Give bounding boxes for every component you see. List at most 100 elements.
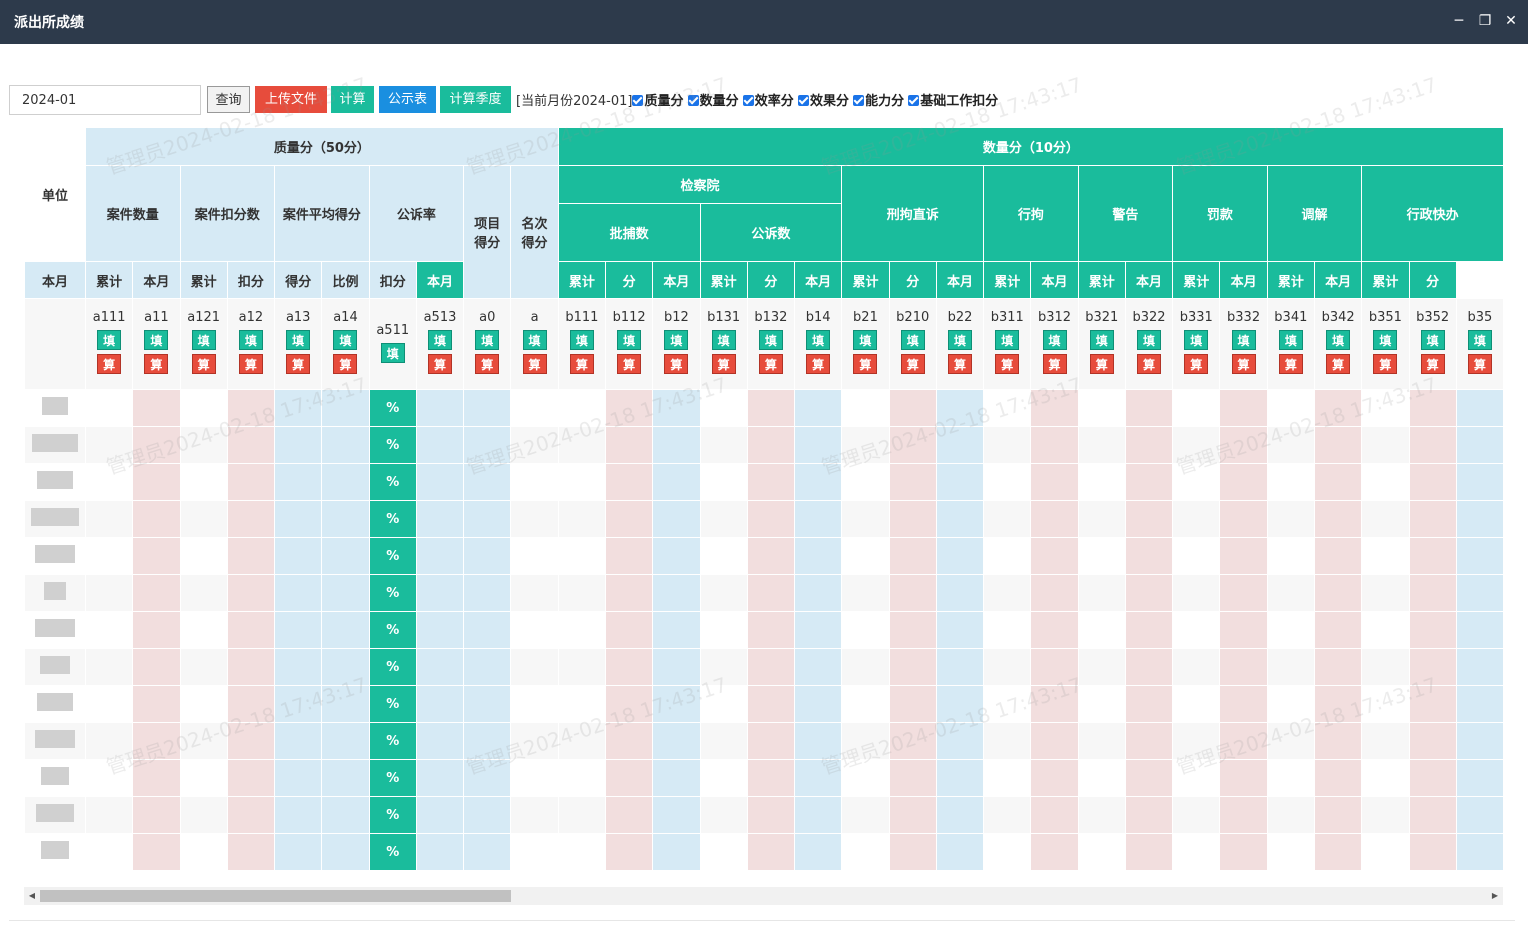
- data-cell[interactable]: [510, 463, 559, 501]
- data-cell[interactable]: [652, 759, 701, 797]
- data-cell[interactable]: [179, 685, 228, 723]
- data-cell[interactable]: [794, 796, 843, 834]
- data-cell[interactable]: [841, 426, 890, 464]
- data-cell[interactable]: [132, 833, 181, 870]
- data-cell[interactable]: [557, 796, 606, 834]
- data-cell[interactable]: [132, 611, 181, 649]
- data-cell[interactable]: [794, 500, 843, 538]
- data-cell[interactable]: [746, 833, 796, 870]
- data-cell[interactable]: [1361, 611, 1410, 649]
- data-cell[interactable]: [1361, 463, 1410, 501]
- percent-cell[interactable]: %: [368, 833, 417, 870]
- data-cell[interactable]: [1408, 500, 1457, 538]
- calc-button[interactable]: 算: [947, 354, 972, 374]
- data-cell[interactable]: [699, 426, 748, 464]
- data-cell[interactable]: [1219, 796, 1268, 834]
- data-cell[interactable]: [1030, 685, 1079, 723]
- data-cell[interactable]: [510, 796, 559, 834]
- fill-button[interactable]: 填: [900, 330, 925, 350]
- data-cell[interactable]: [1408, 796, 1457, 834]
- calc-button[interactable]: 算: [617, 354, 642, 374]
- data-cell[interactable]: [1030, 574, 1079, 612]
- data-cell[interactable]: [794, 759, 843, 797]
- data-cell[interactable]: [1313, 463, 1363, 501]
- data-cell[interactable]: [1361, 685, 1410, 723]
- data-cell[interactable]: [1030, 722, 1079, 760]
- data-cell[interactable]: [1077, 685, 1126, 723]
- data-cell[interactable]: [652, 389, 701, 427]
- calc-button[interactable]: 算: [238, 354, 263, 374]
- fill-button[interactable]: 填: [286, 330, 311, 350]
- data-cell[interactable]: [1219, 722, 1268, 760]
- calculate-button[interactable]: 计算: [331, 86, 374, 113]
- data-cell[interactable]: [935, 833, 985, 870]
- data-cell[interactable]: [510, 389, 559, 427]
- data-cell[interactable]: [1266, 500, 1315, 538]
- data-cell[interactable]: [935, 463, 985, 501]
- data-cell[interactable]: [132, 722, 181, 760]
- data-cell[interactable]: [794, 648, 843, 686]
- data-cell[interactable]: [935, 537, 985, 575]
- data-cell[interactable]: [510, 426, 559, 464]
- data-cell[interactable]: [746, 500, 796, 538]
- data-cell[interactable]: [983, 833, 1032, 870]
- calc-button[interactable]: 算: [1467, 354, 1492, 374]
- data-cell[interactable]: [983, 611, 1032, 649]
- data-cell[interactable]: [179, 722, 228, 760]
- data-cell[interactable]: [557, 389, 606, 427]
- fill-button[interactable]: 填: [1278, 330, 1303, 350]
- data-cell[interactable]: [841, 574, 890, 612]
- data-cell[interactable]: [604, 574, 654, 612]
- fill-button[interactable]: 填: [853, 330, 878, 350]
- calc-button[interactable]: 算: [522, 354, 547, 374]
- data-cell[interactable]: [1313, 426, 1363, 464]
- calc-button[interactable]: 算: [1137, 354, 1162, 374]
- data-cell[interactable]: [983, 500, 1032, 538]
- data-cell[interactable]: [226, 463, 276, 501]
- calc-button[interactable]: 算: [1089, 354, 1114, 374]
- data-cell[interactable]: [983, 685, 1032, 723]
- checkbox-efficiency[interactable]: [742, 95, 754, 106]
- data-cell[interactable]: [1030, 611, 1079, 649]
- data-cell[interactable]: [652, 426, 701, 464]
- data-cell[interactable]: [1266, 574, 1315, 612]
- data-cell[interactable]: [1266, 463, 1315, 501]
- data-cell[interactable]: [746, 796, 796, 834]
- data-cell[interactable]: [226, 648, 276, 686]
- data-cell[interactable]: [1313, 685, 1363, 723]
- fill-button[interactable]: 填: [1042, 330, 1067, 350]
- checkbox-effect[interactable]: [797, 95, 809, 106]
- data-cell[interactable]: [1124, 759, 1174, 797]
- data-cell[interactable]: [1124, 500, 1174, 538]
- data-cell[interactable]: [415, 611, 465, 649]
- data-cell[interactable]: [1219, 389, 1268, 427]
- data-cell[interactable]: [888, 500, 937, 538]
- calculate-quarter-button[interactable]: 计算季度: [440, 86, 511, 113]
- data-cell[interactable]: [84, 463, 134, 501]
- data-cell[interactable]: [841, 463, 890, 501]
- data-cell[interactable]: [132, 648, 181, 686]
- data-cell[interactable]: [1313, 389, 1363, 427]
- data-cell[interactable]: [1313, 648, 1363, 686]
- data-cell[interactable]: [179, 833, 228, 870]
- data-cell[interactable]: [510, 574, 559, 612]
- data-cell[interactable]: [794, 463, 843, 501]
- data-cell[interactable]: [699, 389, 748, 427]
- checkbox-quantity[interactable]: [687, 95, 699, 106]
- data-cell[interactable]: [557, 500, 606, 538]
- data-cell[interactable]: [84, 685, 134, 723]
- calc-button[interactable]: 算: [569, 354, 594, 374]
- percent-cell[interactable]: %: [368, 685, 417, 723]
- data-cell[interactable]: [226, 389, 276, 427]
- data-cell[interactable]: [179, 648, 228, 686]
- data-cell[interactable]: [463, 500, 512, 538]
- data-cell[interactable]: [1219, 648, 1268, 686]
- calc-button[interactable]: 算: [664, 354, 689, 374]
- fill-button[interactable]: 填: [1467, 330, 1492, 350]
- data-cell[interactable]: [1077, 796, 1126, 834]
- data-cell[interactable]: [983, 389, 1032, 427]
- data-cell[interactable]: [699, 833, 748, 870]
- data-cell[interactable]: [1172, 537, 1221, 575]
- data-cell[interactable]: [1313, 722, 1363, 760]
- data-cell[interactable]: [652, 463, 701, 501]
